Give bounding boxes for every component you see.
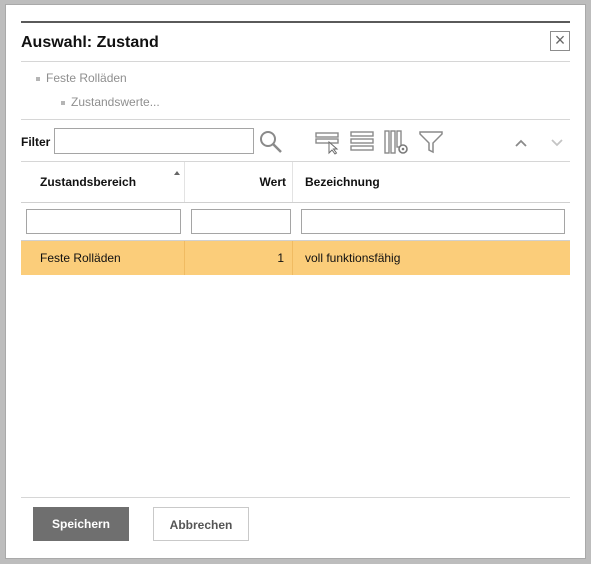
save-button[interactable]: Speichern [33, 507, 129, 541]
breadcrumb-item-zustandswerte[interactable]: Zustandswerte... [61, 95, 160, 109]
sort-ascending-icon [174, 171, 180, 175]
search-icon[interactable] [257, 128, 285, 156]
bullet-icon [36, 76, 40, 81]
dialog-header: Auswahl: Zustand × [21, 21, 570, 62]
funnel-filter-icon[interactable] [417, 128, 445, 156]
cancel-button[interactable]: Abbrechen [153, 507, 249, 541]
filter-input-zustandsbereich[interactable] [26, 209, 181, 234]
data-grid: Zustandsbereich Wert Bezeichnung Feste R… [21, 162, 570, 496]
cell-zustandsbereich: Feste Rolläden [21, 241, 185, 275]
column-filter-row [21, 203, 570, 241]
breadcrumb-item-feste-rollaeden[interactable]: Feste Rolläden [36, 71, 127, 85]
cell-wert: 1 [185, 241, 293, 275]
cell-bezeichnung: voll funktionsfähig [305, 251, 401, 265]
filter-input-wert[interactable] [191, 209, 291, 234]
bullet-icon [61, 100, 65, 105]
select-row-icon[interactable] [314, 128, 342, 156]
filter-input-bezeichnung[interactable] [301, 209, 565, 234]
chevron-down-icon[interactable] [546, 128, 568, 156]
dialog-title: Auswahl: Zustand [21, 34, 159, 51]
footer-divider [21, 497, 570, 498]
breadcrumb: Feste Rolläden Zustandswerte... [21, 63, 570, 120]
rows-list-icon[interactable] [348, 128, 376, 156]
filter-label: Filter [21, 135, 51, 149]
grid-header: Zustandsbereich Wert Bezeichnung [21, 162, 570, 203]
column-header-wert[interactable]: Wert [185, 162, 293, 202]
selection-dialog: Auswahl: Zustand × Feste Rolläden Zustan… [5, 4, 586, 559]
grid-toolbar: Filter [21, 123, 570, 162]
column-header-zustandsbereich[interactable]: Zustandsbereich [21, 162, 185, 202]
close-button[interactable]: × [550, 31, 570, 51]
column-settings-icon[interactable] [382, 128, 410, 156]
filter-input[interactable] [54, 128, 254, 154]
table-row-selected[interactable]: Feste Rolläden 1 voll funktionsfähig [21, 241, 570, 275]
column-header-bezeichnung[interactable]: Bezeichnung [293, 162, 570, 202]
chevron-up-icon[interactable] [510, 128, 532, 156]
